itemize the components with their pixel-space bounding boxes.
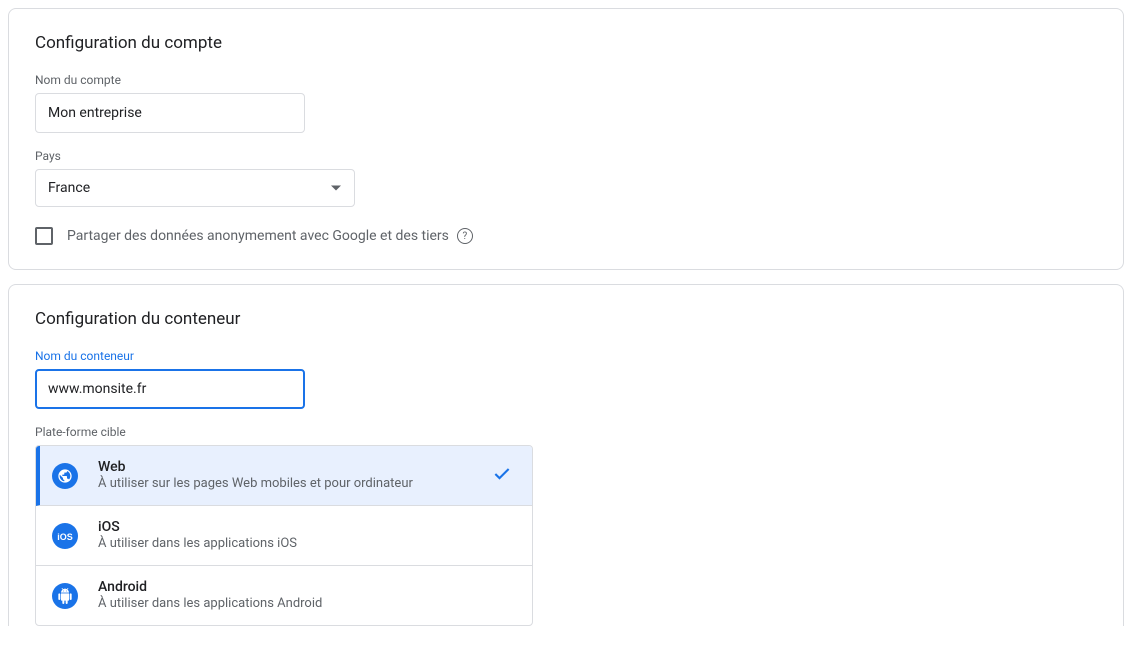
country-select[interactable]: France <box>35 169 355 207</box>
account-name-input[interactable] <box>35 93 305 133</box>
check-icon <box>492 464 512 488</box>
svg-text:iOS: iOS <box>57 532 73 542</box>
platform-desc: À utiliser dans les applications iOS <box>98 536 516 553</box>
country-value: France <box>48 180 90 196</box>
target-platform-field: Plate-forme cible Web À utiliser sur les… <box>35 425 1097 626</box>
container-config-card: Configuration du conteneur Nom du conten… <box>8 284 1124 626</box>
country-field: Pays France <box>35 149 1097 207</box>
globe-icon <box>52 463 78 489</box>
platform-desc: À utiliser dans les applications Android <box>98 596 516 613</box>
account-name-label: Nom du compte <box>35 73 1097 87</box>
platform-name: Android <box>98 578 516 596</box>
ios-icon: iOS <box>52 523 78 549</box>
platform-option-ios[interactable]: iOS iOS À utiliser dans les applications… <box>36 506 532 566</box>
country-label: Pays <box>35 149 1097 163</box>
share-data-label: Partager des données anonymement avec Go… <box>67 228 473 244</box>
platform-name: Web <box>98 458 516 476</box>
platform-option-android[interactable]: Android À utiliser dans les applications… <box>36 566 532 625</box>
platform-list: Web À utiliser sur les pages Web mobiles… <box>35 445 533 626</box>
android-icon <box>52 583 78 609</box>
share-data-checkbox[interactable] <box>35 227 53 245</box>
share-data-row: Partager des données anonymement avec Go… <box>35 227 1097 245</box>
platform-desc: À utiliser sur les pages Web mobiles et … <box>98 476 516 493</box>
target-platform-label: Plate-forme cible <box>35 425 1097 439</box>
container-name-input[interactable] <box>35 369 305 409</box>
help-icon[interactable]: ? <box>457 228 473 244</box>
container-name-label: Nom du conteneur <box>35 349 1097 363</box>
platform-name: iOS <box>98 518 516 536</box>
platform-option-web[interactable]: Web À utiliser sur les pages Web mobiles… <box>36 446 532 506</box>
account-config-title: Configuration du compte <box>35 33 1097 53</box>
container-config-title: Configuration du conteneur <box>35 309 1097 329</box>
account-config-card: Configuration du compte Nom du compte Pa… <box>8 8 1124 270</box>
account-name-field: Nom du compte <box>35 73 1097 133</box>
container-name-field: Nom du conteneur <box>35 349 1097 409</box>
